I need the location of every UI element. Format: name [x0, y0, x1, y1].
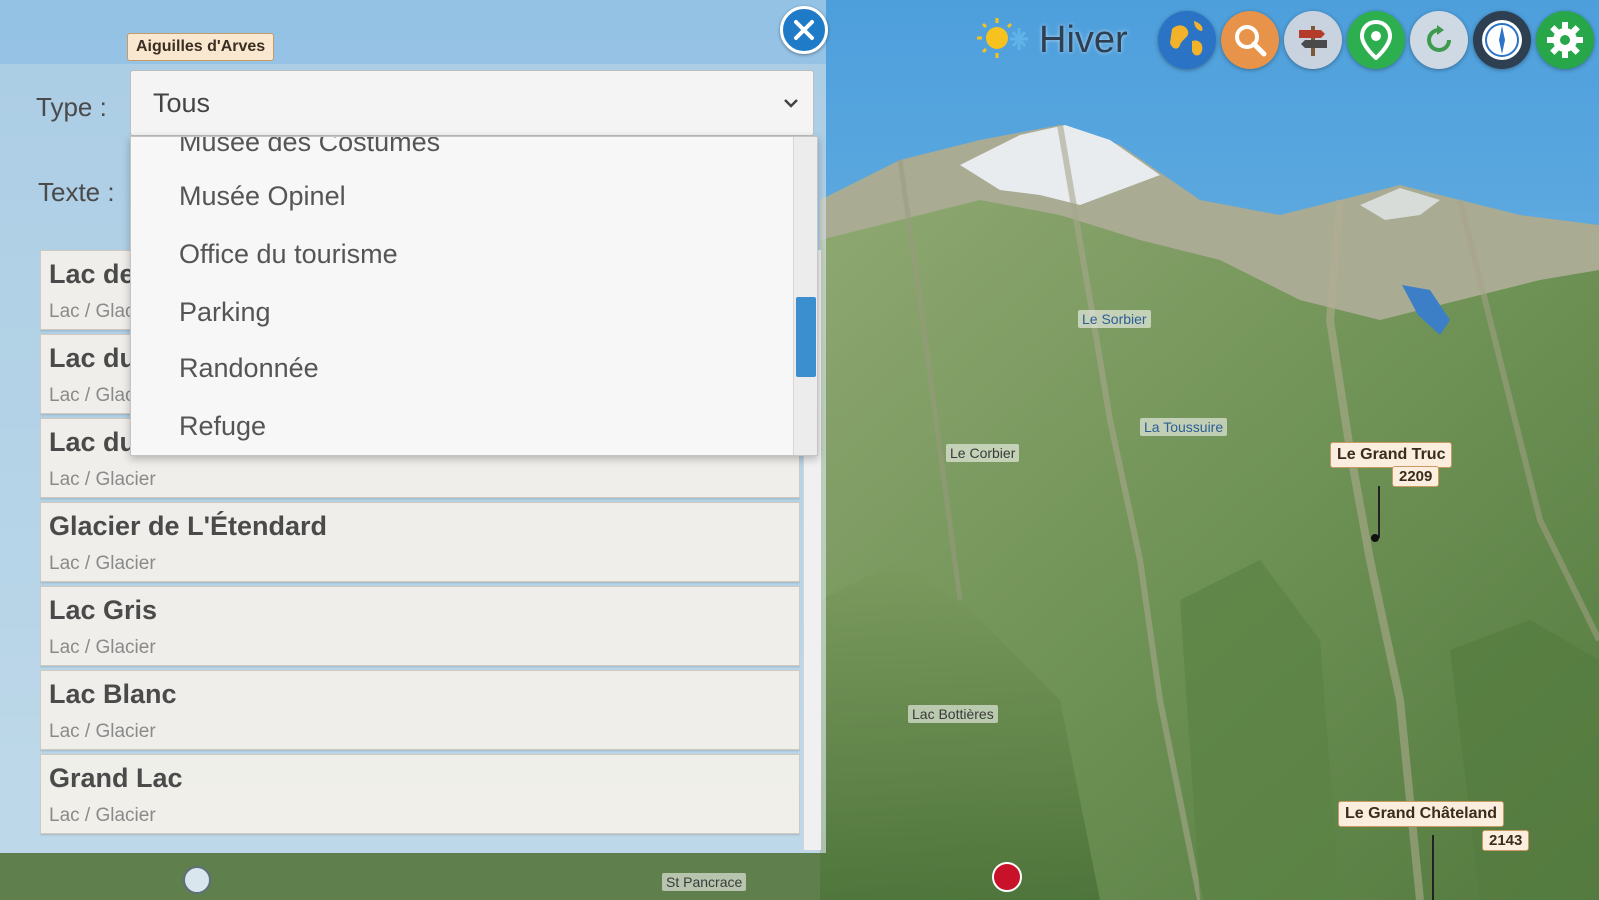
dropdown-scrollbar-thumb[interactable]: [796, 297, 816, 377]
settings-button[interactable]: [1535, 11, 1594, 69]
result-subtitle: Lac / Glacier: [49, 469, 156, 490]
peak-label-grand-truc[interactable]: Le Grand Truc: [1330, 442, 1453, 468]
result-title: Lac du: [49, 427, 137, 457]
dropdown-option[interactable]: Office du tourisme: [179, 239, 398, 270]
map-label-le-sorbier[interactable]: Le Sorbier: [1078, 310, 1151, 328]
text-label: Texte :: [38, 177, 115, 207]
poi-marker[interactable]: [183, 866, 211, 894]
search-icon: [1234, 25, 1267, 57]
signpost-icon: [1298, 26, 1327, 56]
result-title: Lac du: [49, 343, 137, 373]
peak-pointer-line: [1378, 486, 1380, 538]
result-title: Lac de: [49, 259, 135, 289]
sun-snow-icon: [975, 10, 1031, 71]
season-toggle[interactable]: Hiver: [975, 10, 1128, 71]
poi-marker[interactable]: [992, 862, 1022, 892]
map-label-le-corbier[interactable]: Le Corbier: [946, 444, 1020, 462]
map-label-la-toussuire[interactable]: La Toussuire: [1140, 418, 1228, 436]
result-subtitle: Lac / Glacier: [49, 637, 156, 658]
result-title: Grand Lac: [49, 763, 183, 793]
refresh-button[interactable]: [1409, 11, 1468, 69]
compass-button[interactable]: [1472, 11, 1531, 69]
season-label: Hiver: [1039, 18, 1128, 61]
gear-icon: [1546, 22, 1583, 58]
peak-altitude-grand-chateland: 2143: [1482, 830, 1530, 851]
refresh-icon: [1426, 25, 1451, 52]
dropdown-scrollbar[interactable]: [793, 137, 817, 455]
location-button[interactable]: [1346, 11, 1405, 69]
close-icon: [794, 20, 814, 40]
result-title: Lac Blanc: [49, 679, 177, 709]
list-item[interactable]: Glacier de L'Étendard Lac / Glacier: [40, 502, 800, 582]
result-subtitle: Lac / Glacier: [49, 721, 156, 742]
peak-marker-dot: [1371, 534, 1379, 542]
globe-icon: [1159, 13, 1214, 67]
dropdown-option[interactable]: Musée Opinel: [179, 181, 346, 212]
search-button[interactable]: [1220, 11, 1279, 69]
type-select[interactable]: Tous: [130, 70, 814, 136]
globe-button[interactable]: [1157, 11, 1216, 69]
list-item[interactable]: Lac Blanc Lac / Glacier: [40, 670, 800, 750]
map-label-st-pancrace[interactable]: St Pancrace: [662, 873, 747, 891]
type-label: Type :: [36, 92, 107, 122]
main-toolbar: Hiver: [975, 5, 1599, 75]
signpost-button[interactable]: [1283, 11, 1342, 69]
dropdown-option[interactable]: Refuge: [179, 411, 266, 442]
peak-altitude-grand-truc: 2209: [1392, 466, 1440, 487]
list-item[interactable]: Grand Lac Lac / Glacier: [40, 754, 800, 834]
dropdown-option[interactable]: Randonnée: [179, 353, 319, 384]
type-dropdown-list: Musée des Costumes Musée Opinel Office d…: [130, 136, 818, 456]
location-pin-icon: [1359, 20, 1392, 60]
result-title: Lac Gris: [49, 595, 158, 625]
chevron-down-icon: [784, 99, 798, 108]
tooltip-aiguilles: Aiguilles d'Arves: [127, 33, 275, 61]
dropdown-option[interactable]: Musée des Costumes: [179, 137, 440, 158]
close-button[interactable]: [780, 6, 828, 54]
compass-icon: [1481, 20, 1522, 60]
result-subtitle: Lac / Glacier: [49, 805, 156, 826]
peak-pointer-line: [1432, 835, 1434, 900]
type-select-value: Tous: [153, 87, 211, 118]
peak-label-grand-chateland[interactable]: Le Grand Châteland: [1338, 801, 1505, 827]
list-item[interactable]: Lac Gris Lac / Glacier: [40, 586, 800, 666]
search-panel: Aiguilles d'Arves Type : Tous Texte : La…: [0, 0, 828, 853]
map-label-lac-bottieres[interactable]: Lac Bottières: [908, 705, 998, 723]
result-subtitle: Lac / Glacier: [49, 553, 156, 574]
result-title: Glacier de L'Étendard: [49, 511, 328, 541]
dropdown-option[interactable]: Parking: [179, 297, 271, 328]
